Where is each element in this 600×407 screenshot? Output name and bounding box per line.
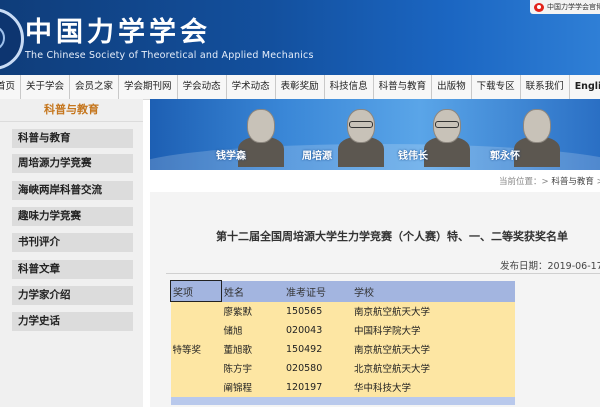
banner-name: 钱伟长: [398, 151, 428, 162]
table-row-partial: [170, 396, 515, 405]
article-panel: 第十二届全国周培源大学生力学竞赛（个人赛）特、一、二等奖获奖名单 发布日期：20…: [150, 192, 600, 407]
column-header-id: 准考证号: [284, 280, 352, 302]
nav-item-english[interactable]: English: [570, 75, 600, 99]
table-row: 特等奖 廖紫默 150565 南京航空航天大学: [170, 301, 515, 397]
table-row: 阐锦程 120197 华中科技大学: [171, 377, 515, 397]
sidebar-item-education[interactable]: 科普与教育: [12, 129, 133, 148]
nav-item-members[interactable]: 会员之家: [70, 75, 120, 99]
breadcrumb-current[interactable]: 科普与教育: [551, 177, 594, 187]
school-cell: 中国科学院大学: [352, 320, 515, 340]
id-cell: 020043: [284, 320, 352, 340]
id-cell: 020580: [284, 358, 352, 378]
winners-table: 奖项 姓名 准考证号 学校 特等奖 廖紫默 150565 南京航空航天大学 储旭…: [170, 280, 515, 405]
breadcrumb-sep: >: [541, 177, 552, 187]
award-cell: 特等奖: [170, 301, 222, 397]
id-cell: 120197: [284, 377, 352, 397]
school-cell: 北京航空航天大学: [352, 358, 515, 378]
nav-item-about[interactable]: 关于学会: [21, 75, 71, 99]
nav-item-contact[interactable]: 联系我们: [521, 75, 570, 99]
portrait-zhou-peiyuan: [332, 103, 390, 167]
sidebar-item-book-reviews[interactable]: 书刊评介: [12, 233, 133, 252]
nav-item-education[interactable]: 科普与教育: [374, 75, 433, 99]
name-cell: 廖紫默: [221, 301, 284, 321]
table-row: 陈方宇 020580 北京航空航天大学: [171, 358, 515, 378]
school-cell: 华中科技大学: [352, 377, 515, 397]
site-subtitle: The Chinese Society of Theoretical and A…: [25, 50, 314, 61]
sidebar-heading: 科普与教育: [0, 99, 143, 122]
publish-date-value: 2019-06-17: [547, 261, 600, 272]
breadcrumb: 当前位置：> 科普与教育 > 第: [150, 170, 600, 193]
nav-item-journals[interactable]: 学会期刊网: [119, 75, 178, 99]
society-logo-icon[interactable]: [0, 8, 24, 70]
sidebar-item-articles[interactable]: 科普文章: [12, 260, 133, 279]
id-cell: 150492: [284, 339, 352, 359]
banner-name: 郭永怀: [490, 151, 520, 162]
nav-item-downloads[interactable]: 下载专区: [472, 75, 521, 99]
name-cell: 董旭歌: [221, 339, 284, 359]
nav-item-tech-info[interactable]: 科技信息: [325, 75, 374, 99]
school-cell: 南京航空航天大学: [352, 301, 515, 321]
breadcrumb-prefix: 当前位置：: [499, 177, 542, 187]
publish-date-label: 发布日期：: [500, 261, 548, 272]
school-cell: 南京航空航天大学: [352, 339, 515, 359]
column-header-school: 学校: [352, 280, 515, 302]
article-divider: [166, 273, 600, 274]
table-row: 储旭 020043 中国科学院大学: [171, 320, 515, 340]
table-row: 董旭歌 150492 南京航空航天大学: [171, 339, 515, 359]
name-cell: 阐锦程: [221, 377, 284, 397]
nav-item-academic[interactable]: 学术动态: [227, 75, 276, 99]
breadcrumb-sep: > 第: [597, 177, 600, 187]
sidebar-item-zhou-competition[interactable]: 周培源力学竞赛: [12, 154, 133, 173]
publish-date: 发布日期：2019-06-17: [500, 258, 600, 272]
column-header-award[interactable]: 奖项: [170, 280, 222, 302]
column-header-name: 姓名: [221, 280, 284, 302]
name-cell: 储旭: [221, 320, 284, 340]
nav-item-awards[interactable]: 表彰奖励: [276, 75, 325, 99]
breadcrumb-text: 当前位置：> 科普与教育 > 第: [499, 175, 600, 187]
site-title[interactable]: 中国力学学会: [25, 10, 211, 49]
banner-name: 周培源: [302, 151, 332, 162]
portrait-banner: 钱学森 周培源 钱伟长 郭永怀: [150, 99, 600, 170]
name-cell: 陈方宇: [221, 358, 284, 378]
weibo-icon: [534, 2, 544, 12]
sidebar-item-fun-competition[interactable]: 趣味力学竞赛: [12, 207, 133, 226]
sidebar-item-mechanicians[interactable]: 力学家介绍: [12, 286, 133, 305]
sidebar: 科普与教育 科普与教育 周培源力学竞赛 海峡两岸科普交流 趣味力学竞赛 书刊评介…: [0, 99, 143, 407]
banner-name: 钱学森: [216, 151, 246, 162]
nav-item-news[interactable]: 学会动态: [178, 75, 227, 99]
site-header: 中国力学学会 The Chinese Society of Theoretica…: [0, 0, 600, 75]
weibo-label: 中国力学学会官博: [547, 3, 600, 11]
nav-item-publications[interactable]: 出版物: [432, 75, 472, 99]
id-cell: 150565: [284, 301, 352, 321]
weibo-link[interactable]: 中国力学学会官博: [530, 0, 600, 14]
main-nav: 首页 关于学会 会员之家 学会期刊网 学会动态 学术动态 表彰奖励 科技信息 科…: [0, 75, 600, 100]
sidebar-item-history[interactable]: 力学史话: [12, 312, 133, 331]
article-title: 第十二届全国周培源大学生力学竞赛（个人赛）特、一、二等奖获奖名单: [216, 230, 568, 243]
nav-item-home[interactable]: 首页: [0, 75, 22, 99]
sidebar-item-cross-strait[interactable]: 海峡两岸科普交流: [12, 181, 133, 200]
